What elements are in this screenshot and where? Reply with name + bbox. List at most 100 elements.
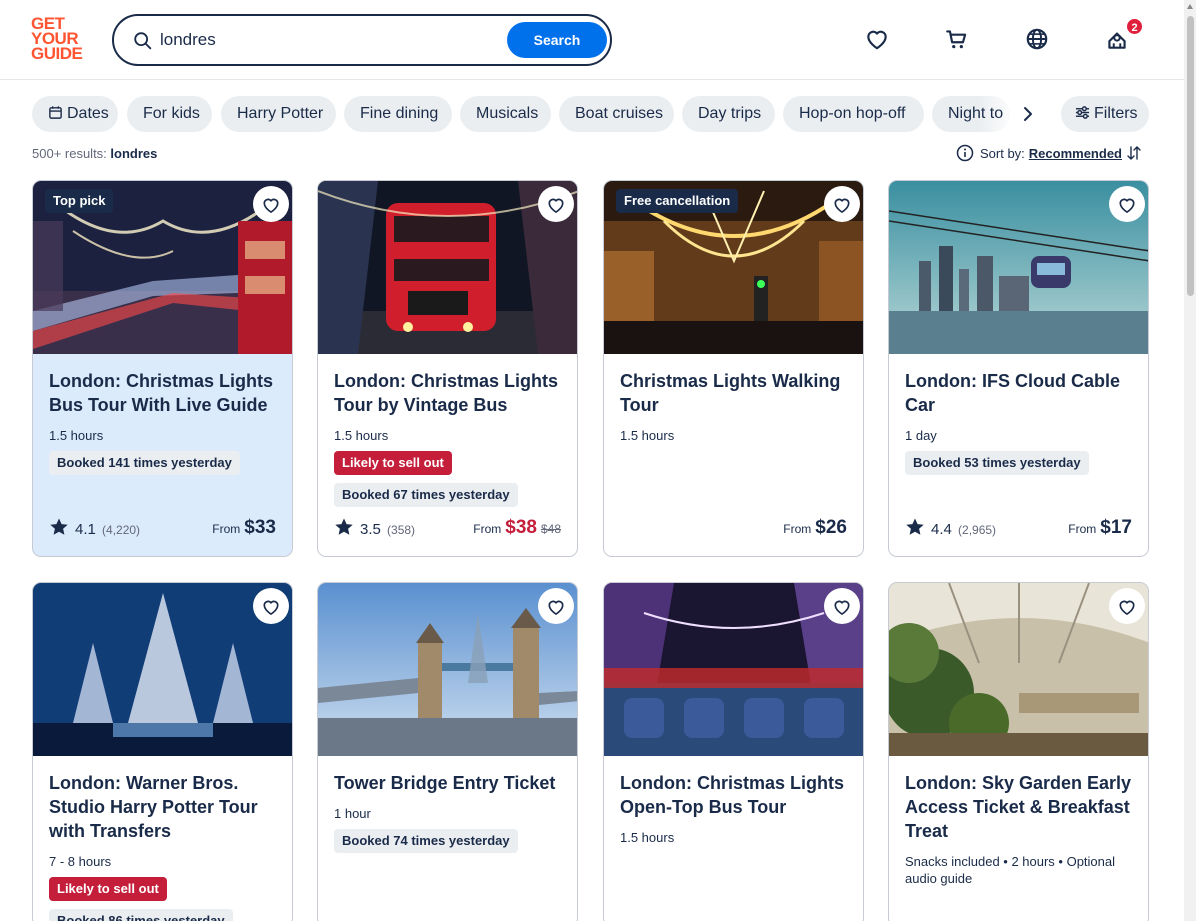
- scroll-thumb[interactable]: [1187, 16, 1194, 296]
- activity-duration: 1.5 hours: [620, 830, 675, 845]
- wishlist-button[interactable]: [253, 186, 289, 222]
- scroll-up-arrow[interactable]: [1187, 4, 1193, 9]
- activity-title[interactable]: London: Christmas Lights Tour by Vintage…: [334, 369, 568, 417]
- top-header: GET YOUR GUIDE Search 2: [0, 0, 1184, 80]
- logo-line-3: GUIDE: [31, 44, 83, 63]
- chip-hop-on-hop-off[interactable]: Hop-on hop-off: [783, 96, 924, 132]
- activity-title[interactable]: London: Christmas Lights Bus Tour With L…: [49, 369, 283, 417]
- search-input[interactable]: [160, 26, 500, 54]
- sliders-icon: [1075, 106, 1090, 119]
- info-icon[interactable]: [956, 144, 974, 162]
- sort-control[interactable]: Sort by: Recommended: [956, 144, 1142, 164]
- star-icon: [906, 518, 924, 535]
- heart-icon: [548, 600, 564, 615]
- wishlist-button[interactable]: [824, 588, 860, 624]
- activity-card[interactable]: London: IFS Cloud Cable Car 1 day Booked…: [888, 180, 1149, 557]
- activity-price: From $38 $48: [473, 517, 561, 541]
- price-from-label: From: [212, 522, 241, 536]
- results-count: 500+ results: londres: [32, 146, 157, 161]
- booked-badge: Booked 53 times yesterday: [905, 451, 1089, 475]
- heart-icon[interactable]: [864, 26, 890, 52]
- heart-icon: [548, 198, 564, 213]
- activity-duration: 1.5 hours: [620, 428, 675, 443]
- activity-title[interactable]: London: IFS Cloud Cable Car: [905, 369, 1139, 417]
- activity-title[interactable]: London: Christmas Lights Open-Top Bus To…: [620, 771, 854, 819]
- cart-icon[interactable]: [944, 26, 970, 52]
- activity-title[interactable]: London: Warner Bros. Studio Harry Potter…: [49, 771, 283, 843]
- star-icon: [50, 518, 68, 535]
- filter-chip-row: Dates For kids Harry Potter Fine dining …: [32, 96, 1152, 132]
- activity-card[interactable]: London: Sky Garden Early Access Ticket &…: [888, 582, 1149, 921]
- booked-badge: Booked 86 times yesterday: [49, 909, 233, 921]
- activity-duration: 1 hour: [334, 806, 371, 821]
- cart-count-badge: 2: [1125, 17, 1144, 36]
- page-scrollbar[interactable]: [1184, 0, 1196, 921]
- activity-duration: 1.5 hours: [49, 428, 104, 443]
- chip-day-trips[interactable]: Day trips: [682, 96, 775, 132]
- search-button[interactable]: Search: [507, 22, 607, 58]
- activity-card[interactable]: London: Warner Bros. Studio Harry Potter…: [32, 582, 293, 921]
- wishlist-button[interactable]: [253, 588, 289, 624]
- chips-scroll-right[interactable]: [1014, 100, 1042, 128]
- globe-icon[interactable]: [1024, 26, 1050, 52]
- search-icon: [134, 32, 152, 50]
- original-price: $48: [540, 522, 561, 536]
- price-from-label: From: [1068, 522, 1097, 536]
- search-bar: Search: [112, 14, 612, 66]
- chip-musicals[interactable]: Musicals: [460, 96, 551, 132]
- chip-boat-cruises[interactable]: Boat cruises: [559, 96, 674, 132]
- free-cancellation-badge: Free cancellation: [616, 189, 739, 213]
- heart-icon: [263, 600, 279, 615]
- wishlist-button[interactable]: [1109, 588, 1145, 624]
- heart-icon: [834, 600, 850, 615]
- star-icon: [335, 518, 353, 535]
- activity-duration: 1.5 hours: [334, 428, 389, 443]
- chip-night-tours[interactable]: Night to: [932, 96, 1010, 132]
- rating-value: 3.5: [360, 521, 381, 538]
- rating-value: 4.4: [931, 521, 952, 538]
- wishlist-button[interactable]: [824, 186, 860, 222]
- chip-dates[interactable]: Dates: [32, 96, 118, 132]
- booked-badge: Booked 74 times yesterday: [334, 829, 518, 853]
- price-value: $38: [505, 517, 537, 538]
- heart-icon: [834, 198, 850, 213]
- activity-title[interactable]: London: Sky Garden Early Access Ticket &…: [905, 771, 1139, 843]
- activity-card[interactable]: Top pick London: Christmas Lights Bus To…: [32, 180, 293, 557]
- likely-to-sell-out-badge: Likely to sell out: [334, 451, 452, 475]
- activity-card[interactable]: London: Christmas Lights Tour by Vintage…: [317, 180, 578, 557]
- activity-rating: 4.4 (2,965): [905, 517, 996, 539]
- activity-price: From $26: [783, 517, 847, 541]
- activity-details: Snacks included • 2 hours • Optional aud…: [905, 854, 1115, 886]
- wishlist-button[interactable]: [1109, 186, 1145, 222]
- activity-title[interactable]: Tower Bridge Entry Ticket: [334, 771, 568, 795]
- results-query: londres: [110, 146, 158, 161]
- sort-value[interactable]: Recommended: [1029, 146, 1122, 161]
- calendar-icon: [49, 106, 62, 119]
- price-value: $26: [815, 517, 847, 538]
- chip-fine-dining[interactable]: Fine dining: [344, 96, 452, 132]
- rating-value: 4.1: [75, 521, 96, 538]
- chip-harry-potter[interactable]: Harry Potter: [221, 96, 336, 132]
- wishlist-button[interactable]: [538, 588, 574, 624]
- filters-button[interactable]: Filters: [1061, 96, 1149, 132]
- activity-duration: 7 - 8 hours: [49, 854, 112, 869]
- sort-arrows-icon[interactable]: [1126, 145, 1142, 161]
- activity-card[interactable]: Free cancellation Christmas Lights Walki…: [603, 180, 864, 557]
- chip-for-kids[interactable]: For kids: [127, 96, 212, 132]
- activity-card[interactable]: Tower Bridge Entry Ticket 1 hour Booked …: [317, 582, 578, 921]
- likely-to-sell-out-badge: Likely to sell out: [49, 877, 167, 901]
- top-pick-badge: Top pick: [45, 189, 114, 213]
- wishlist-button[interactable]: [538, 186, 574, 222]
- activity-card[interactable]: London: Christmas Lights Open-Top Bus To…: [603, 582, 864, 921]
- price-value: $17: [1100, 517, 1132, 538]
- activity-rating: 4.1 (4,220): [49, 517, 140, 539]
- booked-badge: Booked 141 times yesterday: [49, 451, 240, 475]
- activity-title[interactable]: Christmas Lights Walking Tour: [620, 369, 854, 417]
- results-count-text: 500+ results:: [32, 146, 107, 161]
- review-count: (4,220): [102, 523, 141, 537]
- review-count: (358): [387, 523, 416, 537]
- chip-dates-label: Dates: [67, 105, 109, 122]
- activity-price: From $17: [1068, 517, 1132, 541]
- heart-icon: [263, 198, 279, 213]
- getyourguide-logo[interactable]: GET YOUR GUIDE: [31, 15, 91, 64]
